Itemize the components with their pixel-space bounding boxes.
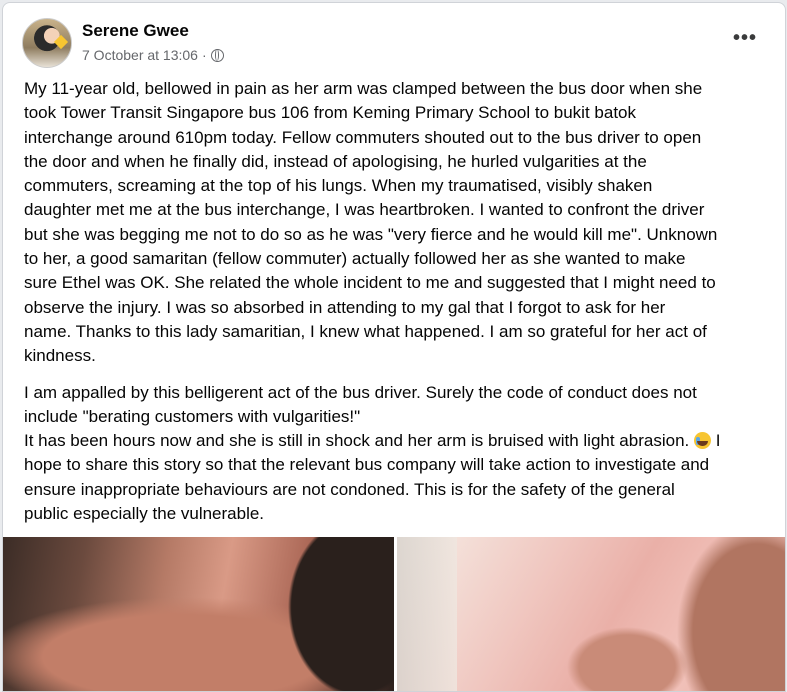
photo-arm-1[interactable] <box>3 537 394 691</box>
paragraph-1: My 11-year old, bellowed in pain as her … <box>24 77 776 369</box>
separator: · <box>201 47 207 63</box>
text-line: commuters, screaming at the top of his l… <box>24 176 653 196</box>
text-line: ensure inappropriate behaviours are not … <box>24 479 675 499</box>
photo-grid <box>3 537 785 691</box>
text-line: interchange around 610pm today. Fellow c… <box>24 127 702 147</box>
post-header: Serene Gwee 7 October at 13:06 · ••• <box>3 3 785 75</box>
text-line: observe the injury. I was so absorbed in… <box>24 297 666 317</box>
text-line: I am appalled by this belligerent act of… <box>24 382 697 402</box>
globe-icon[interactable] <box>210 48 224 62</box>
text-line: public especially the vulnerable. <box>24 504 265 524</box>
timestamp[interactable]: 7 October at 13:06 <box>82 47 198 63</box>
text-line: sure Ethel was OK. She related the whole… <box>24 273 716 293</box>
post-meta: 7 October at 13:06 · <box>82 47 224 63</box>
text-line: daughter met me at the bus interchange, … <box>24 200 705 220</box>
paragraph-2: I am appalled by this belligerent act of… <box>24 381 776 527</box>
star-icon <box>53 34 69 50</box>
text-line: took Tower Transit Singapore bus 106 fro… <box>24 103 636 123</box>
text-segment: I <box>715 431 721 451</box>
text-line: name. Thanks to this lady samaritian, I … <box>24 321 707 341</box>
text-segment: It has been hours now and she is still i… <box>24 431 690 451</box>
crying-face-icon <box>693 432 711 450</box>
text-line: kindness. <box>24 346 96 366</box>
text-line: the door and when he finally did, instea… <box>24 151 647 171</box>
facebook-post: Serene Gwee 7 October at 13:06 · ••• My … <box>2 2 786 692</box>
text-line: hope to share this story so that the rel… <box>24 455 710 475</box>
more-options-button[interactable]: ••• <box>733 28 757 48</box>
text-line: include "berating customers with vulgari… <box>24 406 361 426</box>
text-line: to her, a good samaritan (fellow commute… <box>24 249 686 269</box>
text-line: but she was begging me not to do so as h… <box>24 224 718 244</box>
author-name[interactable]: Serene Gwee <box>82 21 189 41</box>
post-body: My 11-year old, bellowed in pain as her … <box>24 77 776 538</box>
avatar[interactable] <box>22 18 72 68</box>
text-line: My 11-year old, bellowed in pain as her … <box>24 79 703 98</box>
photo-arm-2[interactable] <box>397 537 785 691</box>
text-line-with-emoji: It has been hours now and she is still i… <box>24 429 776 453</box>
